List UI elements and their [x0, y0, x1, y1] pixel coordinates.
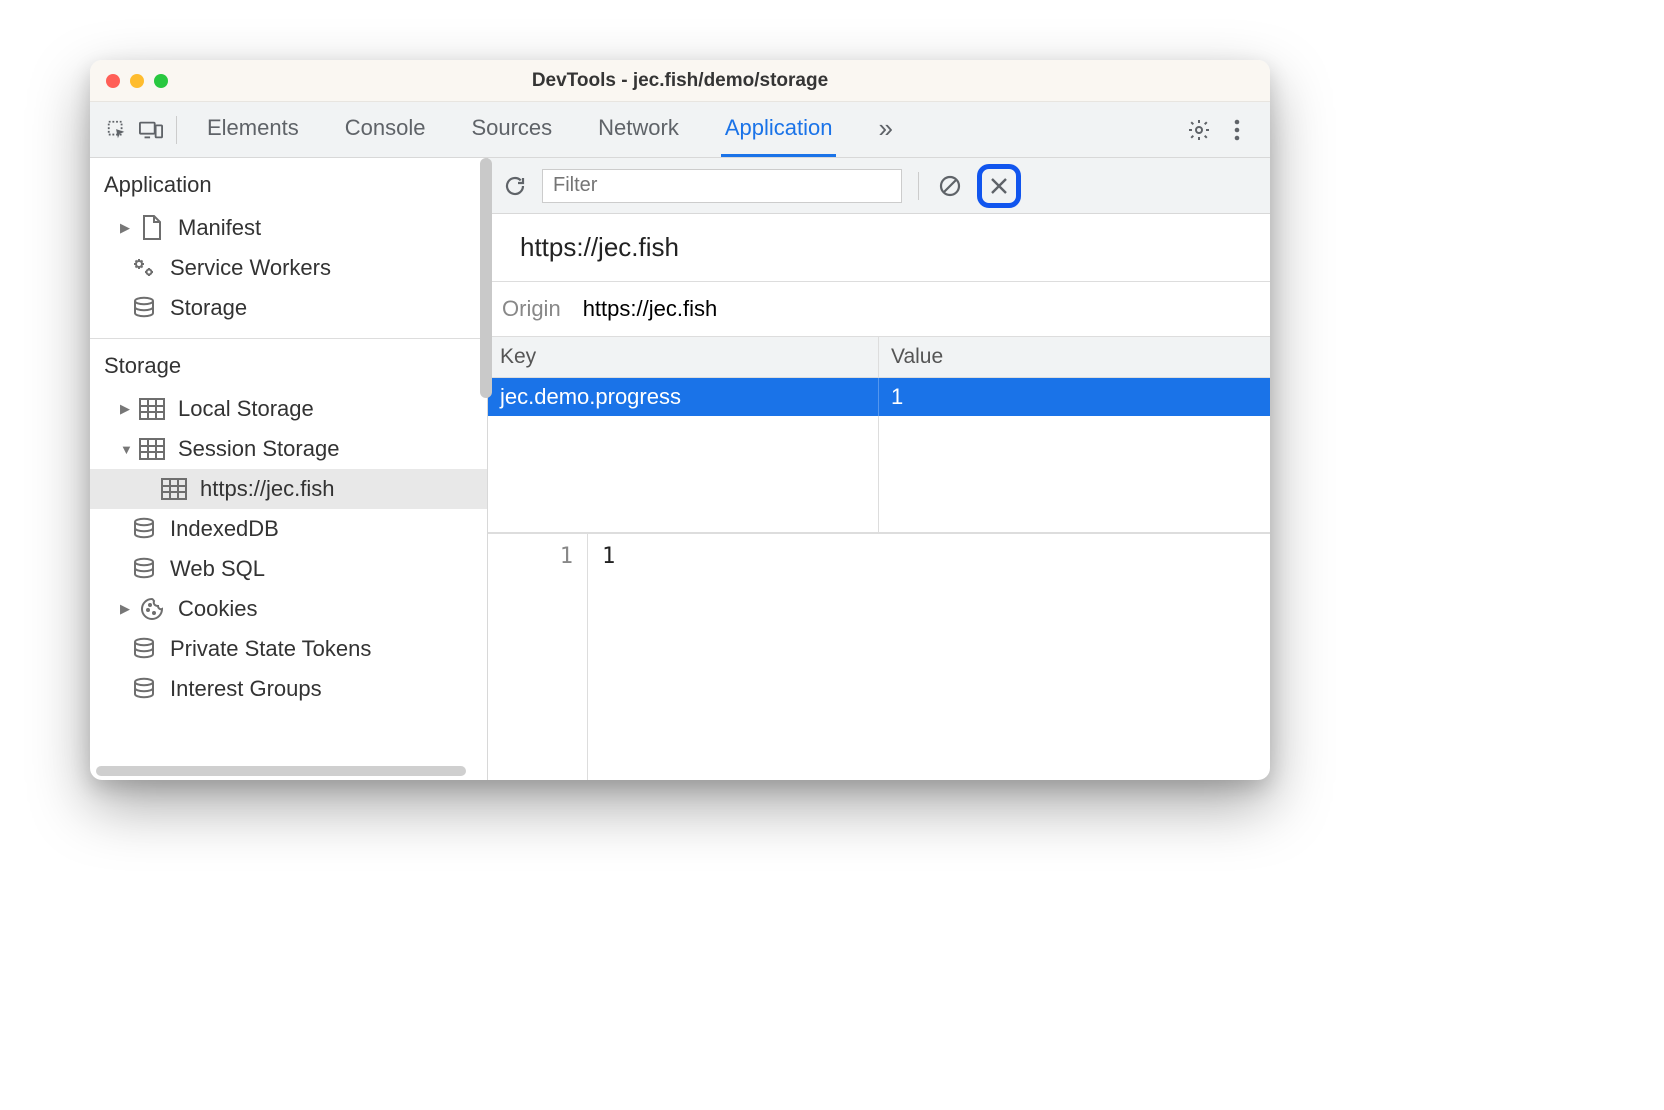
window-title: DevTools - jec.fish/demo/storage	[90, 70, 1270, 92]
origin-row: Origin https://jec.fish	[488, 282, 1270, 337]
preview-line-number: 1	[488, 534, 588, 780]
settings-icon[interactable]	[1182, 113, 1216, 147]
table-empty-area[interactable]	[488, 416, 1270, 532]
label: Session Storage	[178, 436, 339, 462]
tab-sources[interactable]: Sources	[467, 102, 556, 157]
chevron-right-icon: ▶	[120, 401, 134, 417]
divider	[918, 172, 919, 200]
table-row[interactable]: jec.demo.progress 1	[488, 378, 1270, 416]
value-preview: 1 1	[488, 533, 1270, 780]
gears-icon	[130, 254, 158, 282]
preview-content: 1	[588, 534, 1270, 780]
content-area: Application ▶ Manifest Service Workers	[90, 158, 1270, 780]
titlebar: DevTools - jec.fish/demo/storage	[90, 60, 1270, 102]
cell-value: 1	[879, 378, 1270, 416]
table-icon	[138, 395, 166, 423]
label: Manifest	[178, 215, 261, 241]
refresh-icon[interactable]	[500, 171, 530, 201]
sidebar-item-cookies[interactable]: ▶ Cookies	[90, 589, 487, 629]
database-icon	[130, 515, 158, 543]
devtools-window: DevTools - jec.fish/demo/storage Element…	[90, 60, 1270, 780]
sidebar-item-indexeddb[interactable]: IndexedDB	[90, 509, 487, 549]
key-value-table: Key Value jec.demo.progress 1	[488, 337, 1270, 533]
sidebar-item-service-workers[interactable]: Service Workers	[90, 248, 487, 288]
delete-selected-icon[interactable]	[984, 171, 1014, 201]
chevron-right-icon: ▶	[120, 601, 134, 617]
section-storage: Storage	[90, 339, 487, 389]
device-toggle-icon[interactable]	[134, 113, 168, 147]
label: Cookies	[178, 596, 257, 622]
horizontal-scrollbar[interactable]	[96, 766, 466, 776]
sidebar-item-pst[interactable]: Private State Tokens	[90, 629, 487, 669]
header-value[interactable]: Value	[879, 337, 1270, 377]
divider	[176, 116, 177, 144]
tab-application[interactable]: Application	[721, 102, 837, 157]
chevron-down-icon: ▼	[120, 442, 134, 457]
annotation-highlight	[977, 164, 1021, 208]
label: IndexedDB	[170, 516, 279, 542]
label: Interest Groups	[170, 676, 322, 702]
clear-all-icon[interactable]	[935, 171, 965, 201]
label: Private State Tokens	[170, 636, 371, 662]
tab-elements[interactable]: Elements	[203, 102, 303, 157]
close-window-button[interactable]	[106, 74, 120, 88]
sidebar-item-session-origin[interactable]: https://jec.fish	[90, 469, 487, 509]
label: Local Storage	[178, 396, 314, 422]
maximize-window-button[interactable]	[154, 74, 168, 88]
minimize-window-button[interactable]	[130, 74, 144, 88]
database-icon	[130, 294, 158, 322]
more-tabs-icon[interactable]: »	[874, 102, 896, 157]
tab-console[interactable]: Console	[341, 102, 430, 157]
section-application: Application	[90, 158, 487, 208]
tab-network[interactable]: Network	[594, 102, 683, 157]
chevron-right-icon: ▶	[120, 220, 134, 236]
table-header: Key Value	[488, 337, 1270, 378]
sidebar-item-manifest[interactable]: ▶ Manifest	[90, 208, 487, 248]
kebab-menu-icon[interactable]	[1220, 113, 1254, 147]
storage-toolbar	[488, 158, 1270, 214]
main-tabbar: Elements Console Sources Network Applica…	[90, 102, 1270, 158]
cookie-icon	[138, 595, 166, 623]
sidebar-item-session-storage[interactable]: ▼ Session Storage	[90, 429, 487, 469]
database-icon	[130, 675, 158, 703]
header-key[interactable]: Key	[488, 337, 879, 377]
label: Storage	[170, 295, 247, 321]
inspect-icon[interactable]	[100, 113, 134, 147]
application-sidebar: Application ▶ Manifest Service Workers	[90, 158, 488, 780]
filter-input[interactable]	[542, 169, 902, 203]
storage-panel: https://jec.fish Origin https://jec.fish…	[488, 158, 1270, 780]
panel-tabs: Elements Console Sources Network Applica…	[203, 102, 1182, 157]
table-icon	[160, 475, 188, 503]
sidebar-item-websql[interactable]: Web SQL	[90, 549, 487, 589]
origin-value: https://jec.fish	[583, 296, 718, 322]
sidebar-item-interest-groups[interactable]: Interest Groups	[90, 669, 487, 709]
vertical-scrollbar[interactable]	[480, 158, 492, 398]
cell-key: jec.demo.progress	[488, 378, 879, 416]
database-icon	[130, 555, 158, 583]
table-icon	[138, 435, 166, 463]
sidebar-item-local-storage[interactable]: ▶ Local Storage	[90, 389, 487, 429]
origin-title: https://jec.fish	[488, 214, 1270, 282]
label: Service Workers	[170, 255, 331, 281]
database-icon	[130, 635, 158, 663]
origin-label: Origin	[502, 296, 561, 322]
window-controls	[90, 74, 168, 88]
label: https://jec.fish	[200, 476, 335, 502]
document-icon	[138, 214, 166, 242]
sidebar-item-app-storage[interactable]: Storage	[90, 288, 487, 328]
label: Web SQL	[170, 556, 265, 582]
